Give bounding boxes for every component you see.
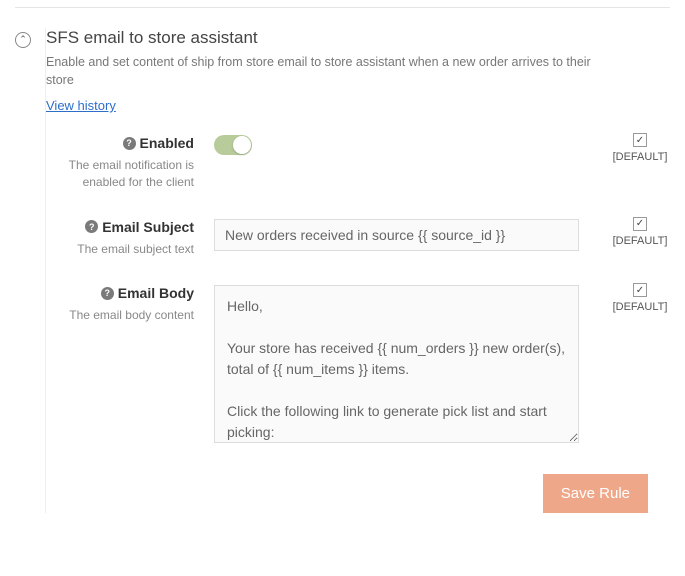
help-icon[interactable]: ?: [123, 137, 136, 150]
enabled-default-label: [DEFAULT]: [610, 151, 670, 163]
field-body: ? Email Body The email body content ✓: [64, 283, 670, 448]
field-enabled: ? Enabled The email notification is enab…: [64, 133, 670, 191]
body-desc: The email body content: [64, 307, 194, 324]
body-textarea[interactable]: [214, 285, 579, 443]
check-icon: ✓: [636, 135, 644, 146]
subject-default-label: [DEFAULT]: [610, 235, 670, 247]
help-icon[interactable]: ?: [85, 220, 98, 233]
subject-input[interactable]: [214, 219, 579, 251]
enabled-label: Enabled: [140, 135, 194, 151]
collapse-toggle[interactable]: ⌃: [15, 32, 31, 48]
check-icon: ✓: [636, 218, 644, 229]
section-title: SFS email to store assistant: [46, 28, 670, 48]
body-default-checkbox[interactable]: ✓: [633, 283, 647, 297]
body-default-label: [DEFAULT]: [610, 301, 670, 313]
view-history-link[interactable]: View history: [46, 98, 116, 113]
subject-label: Email Subject: [102, 219, 194, 235]
save-rule-button[interactable]: Save Rule: [543, 474, 648, 513]
check-icon: ✓: [636, 285, 644, 296]
field-subject: ? Email Subject The email subject text ✓: [64, 217, 670, 258]
section-description: Enable and set content of ship from stor…: [46, 54, 606, 89]
toggle-knob: [233, 136, 251, 154]
subject-default-checkbox[interactable]: ✓: [633, 217, 647, 231]
help-icon[interactable]: ?: [101, 287, 114, 300]
top-divider: [15, 0, 670, 8]
enabled-desc: The email notification is enabled for th…: [64, 157, 194, 191]
subject-desc: The email subject text: [64, 241, 194, 258]
chevron-up-icon: ⌃: [19, 35, 27, 44]
enabled-toggle[interactable]: [214, 135, 252, 155]
body-label: Email Body: [118, 285, 194, 301]
enabled-default-checkbox[interactable]: ✓: [633, 133, 647, 147]
